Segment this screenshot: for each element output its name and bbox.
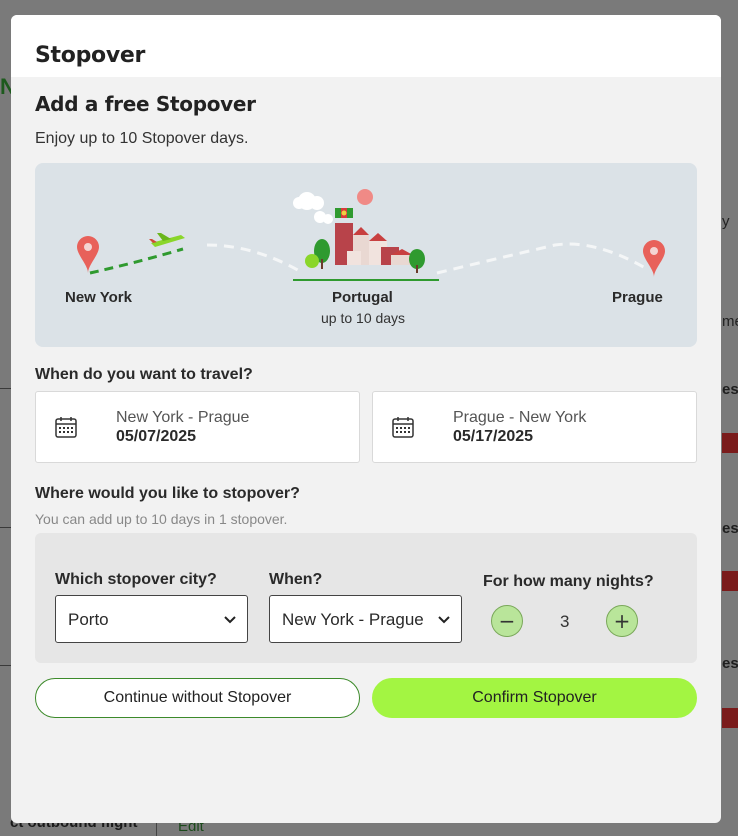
when-label: When? [269, 571, 323, 588]
decrement-nights-button[interactable]: − [491, 605, 523, 637]
town-icon [293, 189, 439, 281]
modal-actions: Continue without Stopover Confirm Stopov… [35, 678, 697, 718]
origin-pin-icon [77, 236, 99, 273]
inbound-route: Prague - New York [453, 408, 587, 426]
inbound-date: 05/17/2025 [453, 427, 534, 445]
city-label: Which stopover city? [55, 571, 217, 588]
origin-city: New York [65, 289, 132, 306]
calendar-icon [55, 417, 77, 438]
nights-label: For how many nights? [483, 573, 654, 590]
flown-route [89, 247, 184, 275]
increment-nights-button[interactable]: + [606, 605, 638, 637]
when-select[interactable]: New York - Prague [269, 595, 462, 643]
bg-fragment: es [722, 655, 738, 672]
modal-title: Stopover [35, 43, 146, 68]
bg-fragment: es [722, 381, 738, 398]
nights-value: 3 [560, 612, 570, 631]
bg-fragment [722, 571, 738, 591]
bg-fragment: es [722, 520, 738, 537]
city-select[interactable]: Porto [55, 595, 248, 643]
stopover-question: Where would you like to stopover? [35, 485, 300, 502]
modal-header: Stopover [11, 15, 721, 77]
stopover-city: Portugal [332, 289, 393, 306]
chevron-down-icon [438, 616, 450, 624]
bg-fragment: y [722, 213, 730, 230]
stopover-hint: You can add up to 10 days in 1 stopover. [35, 511, 288, 527]
modal-content: Add a free Stopover Enjoy up to 10 Stopo… [11, 92, 721, 718]
plane-icon [149, 233, 185, 247]
continue-without-stopover-button[interactable]: Continue without Stopover [35, 678, 360, 718]
stopover-duration: up to 10 days [321, 310, 406, 326]
stopover-illustration: New York Portugal up to 10 days Prague [35, 163, 697, 347]
bg-fragment: me [722, 313, 738, 330]
bg-fragment [722, 433, 738, 453]
destination-city: Prague [612, 289, 663, 306]
outbound-route: New York - Prague [116, 408, 250, 426]
chevron-down-icon [224, 616, 236, 624]
stopover-options-panel: Which stopover city? Porto When? New Yor… [35, 533, 697, 663]
bg-fragment [722, 708, 738, 728]
city-select-value: Porto [68, 610, 109, 629]
outbound-date-field[interactable]: New York - Prague 05/07/2025 [35, 391, 360, 463]
planned-route [206, 242, 648, 275]
stopover-subtitle: Enjoy up to 10 Stopover days. [35, 130, 249, 147]
stopover-modal: Stopover Add a free Stopover Enjoy up to… [11, 15, 721, 823]
stopover-heading: Add a free Stopover [35, 92, 256, 116]
travel-dates: New York - Prague 05/07/2025 Prague - Ne… [35, 391, 697, 463]
destination-pin-icon [643, 240, 665, 277]
calendar-icon [392, 417, 414, 438]
confirm-stopover-button[interactable]: Confirm Stopover [372, 678, 697, 718]
outbound-date: 05/07/2025 [116, 427, 197, 445]
travel-question: When do you want to travel? [35, 366, 253, 383]
inbound-date-field[interactable]: Prague - New York 05/17/2025 [372, 391, 697, 463]
when-select-value: New York - Prague [282, 610, 424, 629]
